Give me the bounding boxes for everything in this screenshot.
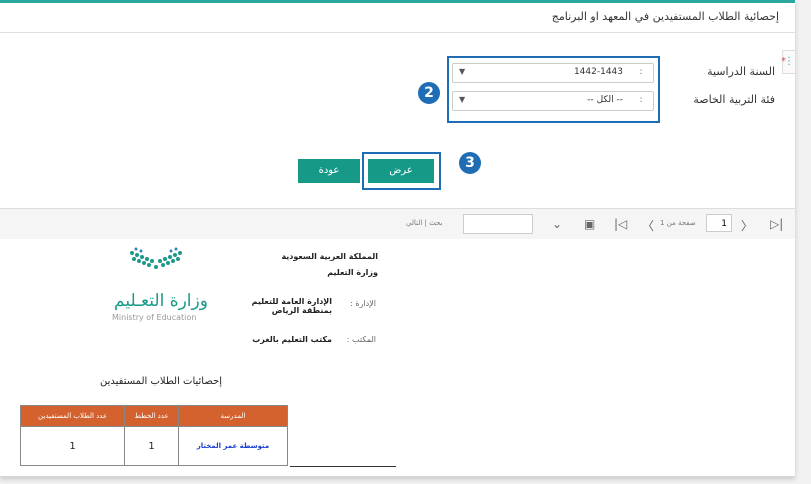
table-header-row: المدرسة عدد الخطط عدد الطلاب المستفيدين: [19, 405, 289, 427]
save-icon[interactable]: ▣: [584, 217, 595, 231]
column-header-students: عدد الطلاب المستفيدين: [19, 405, 126, 427]
year-label: السنة الدراسية: [707, 65, 775, 78]
next-page-icon[interactable]: 〉: [741, 217, 753, 234]
button-highlight-box: [362, 152, 441, 190]
page-number-input[interactable]: 1: [706, 214, 732, 232]
ministry-name: وزارة التعليم: [327, 268, 378, 277]
admin-label: الإدارة :: [350, 299, 376, 308]
plans-cell: 1: [124, 426, 179, 466]
previous-page-icon[interactable]: 〈: [642, 217, 654, 234]
report-page: وزارة التعـليم Ministry of Education الم…: [0, 239, 795, 475]
report-footer-divider: [290, 466, 396, 467]
page-title: إحصائية الطلاب المستفيدين في المعهد او ا…: [551, 10, 779, 23]
annotation-badge-2: 2: [418, 82, 440, 104]
column-header-plans: عدد الخطط: [124, 405, 179, 427]
school-cell[interactable]: متوسطة عمر المختار: [177, 426, 289, 466]
admin-value: الإدارة العامة للتعليم بمنطقة الرياض: [251, 297, 332, 315]
title-divider: [0, 32, 795, 33]
ministry-logo-arabic: وزارة التعـليم: [114, 291, 208, 311]
report-viewer-toolbar: بحث | التالي ⌄ ▣ |◁ 〈 صفحة من 1 1 〉 ▷|: [0, 208, 795, 240]
kingdom-name: المملكة العربية السعودية: [281, 252, 378, 261]
search-next-link[interactable]: بحث | التالي: [406, 219, 442, 227]
report-window: إحصائية الطلاب المستفيدين في المعهد او ا…: [0, 0, 795, 477]
last-page-icon[interactable]: ▷|: [770, 217, 783, 231]
form-highlight-box: [447, 56, 660, 123]
page-count-label: صفحة من 1: [660, 219, 696, 227]
statistics-table: المدرسة عدد الخطط عدد الطلاب المستفيدين …: [19, 405, 289, 466]
ministry-logo-icon: [130, 247, 182, 269]
students-cell: 1: [19, 426, 126, 466]
report-title: إحصائيات الطلاب المستفيدين: [100, 376, 222, 387]
column-header-school: المدرسة: [177, 405, 289, 427]
first-page-icon[interactable]: |◁: [614, 217, 627, 231]
ministry-logo-english: Ministry of Education: [112, 313, 197, 322]
required-mark: *: [781, 56, 786, 67]
top-accent-line: [0, 0, 795, 3]
office-label: المكتب :: [346, 335, 376, 344]
category-label: فئة التربية الخاصة: [693, 93, 775, 106]
back-button[interactable]: عودة: [298, 159, 360, 183]
zoom-dropdown-icon[interactable]: ⌄: [552, 217, 562, 231]
annotation-badge-3: 3: [459, 152, 481, 174]
table-row: متوسطة عمر المختار 1 1: [19, 426, 289, 466]
report-search-input[interactable]: [463, 214, 533, 234]
office-value: مكتب التعليم بالغرب: [252, 335, 332, 344]
